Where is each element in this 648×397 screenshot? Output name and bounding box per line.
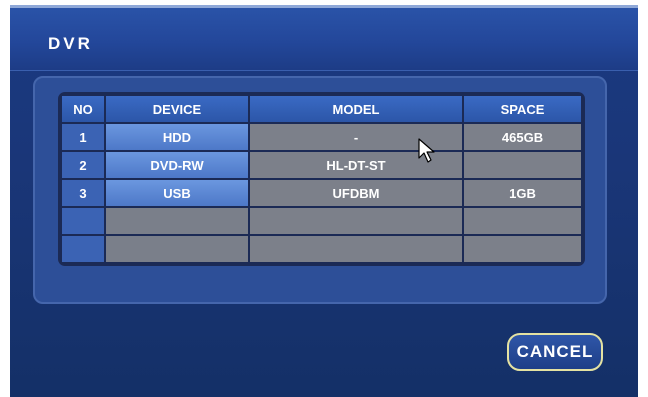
mouse-pointer-icon <box>418 138 435 163</box>
title-bar: DVR <box>10 8 638 71</box>
device-table: NO DEVICE MODEL SPACE 1 HDD - 465GB 2 DV… <box>60 94 583 264</box>
window-title: DVR <box>48 34 93 53</box>
row-model: UFDBM <box>250 180 462 206</box>
row-space: 465GB <box>464 124 581 150</box>
row-no: 1 <box>62 124 104 150</box>
cancel-button[interactable]: CANCEL <box>507 333 603 371</box>
row-device <box>106 208 248 234</box>
table-header-row: NO DEVICE MODEL SPACE <box>62 96 581 122</box>
table-row[interactable]: 1 HDD - 465GB <box>62 124 581 150</box>
row-no <box>62 236 104 262</box>
table-row <box>62 208 581 234</box>
row-device[interactable]: USB <box>106 180 248 206</box>
row-device <box>106 236 248 262</box>
row-no <box>62 208 104 234</box>
row-model <box>250 236 462 262</box>
table-row <box>62 236 581 262</box>
header-device: DEVICE <box>106 96 248 122</box>
row-no: 3 <box>62 180 104 206</box>
device-table-container: NO DEVICE MODEL SPACE 1 HDD - 465GB 2 DV… <box>58 92 585 266</box>
table-row[interactable]: 3 USB UFDBM 1GB <box>62 180 581 206</box>
row-space: 1GB <box>464 180 581 206</box>
row-device[interactable]: DVD-RW <box>106 152 248 178</box>
row-model <box>250 208 462 234</box>
header-no: NO <box>62 96 104 122</box>
row-space <box>464 208 581 234</box>
header-model: MODEL <box>250 96 462 122</box>
row-no: 2 <box>62 152 104 178</box>
row-space <box>464 236 581 262</box>
row-space <box>464 152 581 178</box>
row-device[interactable]: HDD <box>106 124 248 150</box>
header-space: SPACE <box>464 96 581 122</box>
table-row[interactable]: 2 DVD-RW HL-DT-ST <box>62 152 581 178</box>
